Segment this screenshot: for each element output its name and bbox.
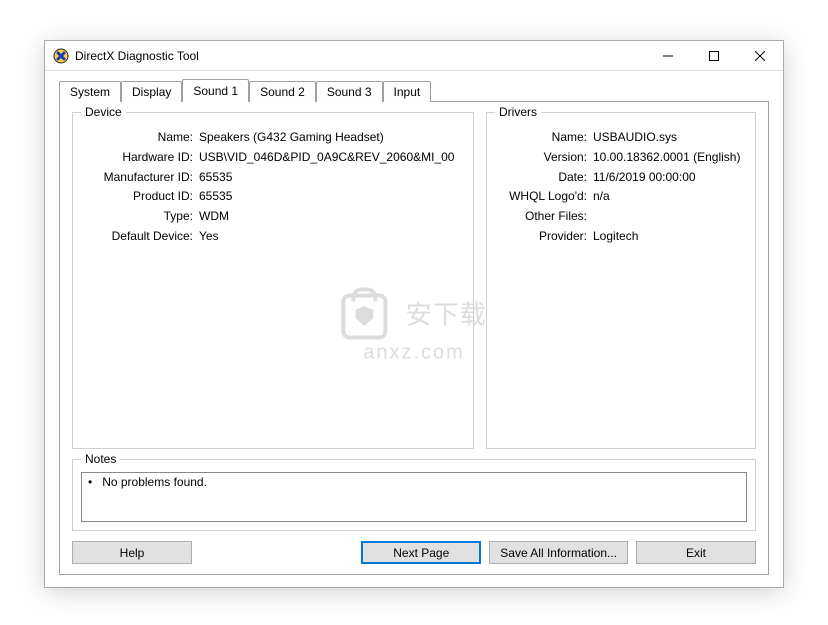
drivers-provider-value: Logitech [591,228,743,245]
drivers-group: Drivers Name:USBAUDIO.sys Version:10.00.… [486,112,756,449]
notes-group: Notes • No problems found. [72,459,756,531]
drivers-date-label: Date: [499,169,591,186]
list-item: • No problems found. [88,475,740,491]
next-page-button[interactable]: Next Page [361,541,481,564]
notes-legend: Notes [81,452,120,466]
tab-sound2[interactable]: Sound 2 [249,81,316,102]
help-button[interactable]: Help [72,541,192,564]
bullet-icon: • [88,475,92,491]
button-row: Help Next Page Save All Information... E… [72,541,756,564]
tab-input[interactable]: Input [383,81,432,102]
client-area: System Display Sound 1 Sound 2 Sound 3 I… [45,71,783,587]
device-name-label: Name: [85,129,197,146]
top-row: Device Name:Speakers (G432 Gaming Headse… [72,112,756,449]
close-button[interactable] [737,41,783,71]
maximize-button[interactable] [691,41,737,71]
drivers-date-value: 11/6/2019 00:00:00 [591,169,743,186]
device-mfr-label: Manufacturer ID: [85,169,197,186]
window-controls [645,41,783,71]
device-mfr-value: 65535 [197,169,461,186]
device-name-value: Speakers (G432 Gaming Headset) [197,129,461,146]
device-prod-value: 65535 [197,188,461,205]
device-prod-label: Product ID: [85,188,197,205]
device-group: Device Name:Speakers (G432 Gaming Headse… [72,112,474,449]
tabstrip: System Display Sound 1 Sound 2 Sound 3 I… [59,79,769,101]
device-default-value: Yes [197,228,461,245]
drivers-provider-label: Provider: [499,228,591,245]
drivers-other-value [591,208,743,225]
tab-sound1[interactable]: Sound 1 [182,79,249,102]
drivers-version-label: Version: [499,149,591,166]
dxdiag-window: DirectX Diagnostic Tool System Display S… [44,40,784,588]
tab-panel: 安下载 anxz.com Device Name:Speakers (G432 … [59,101,769,575]
drivers-other-label: Other Files: [499,208,591,225]
minimize-button[interactable] [645,41,691,71]
device-default-label: Default Device: [85,228,197,245]
tab-system[interactable]: System [59,81,121,102]
drivers-whql-label: WHQL Logo'd: [499,188,591,205]
tab-sound3[interactable]: Sound 3 [316,81,383,102]
window-title: DirectX Diagnostic Tool [75,49,199,63]
titlebar: DirectX Diagnostic Tool [45,41,783,71]
drivers-name-value: USBAUDIO.sys [591,129,743,146]
drivers-whql-value: n/a [591,188,743,205]
app-icon [53,48,69,64]
save-all-button[interactable]: Save All Information... [489,541,628,564]
notes-list[interactable]: • No problems found. [81,472,747,522]
exit-button[interactable]: Exit [636,541,756,564]
drivers-legend: Drivers [495,105,541,119]
drivers-version-value: 10.00.18362.0001 (English) [591,149,743,166]
note-text: No problems found. [102,475,207,489]
drivers-name-label: Name: [499,129,591,146]
spacer [200,541,353,564]
device-legend: Device [81,105,126,119]
device-hwid-value: USB\VID_046D&PID_0A9C&REV_2060&MI_00 [197,149,461,166]
tab-display[interactable]: Display [121,81,182,102]
device-type-label: Type: [85,208,197,225]
device-type-value: WDM [197,208,461,225]
device-hwid-label: Hardware ID: [85,149,197,166]
